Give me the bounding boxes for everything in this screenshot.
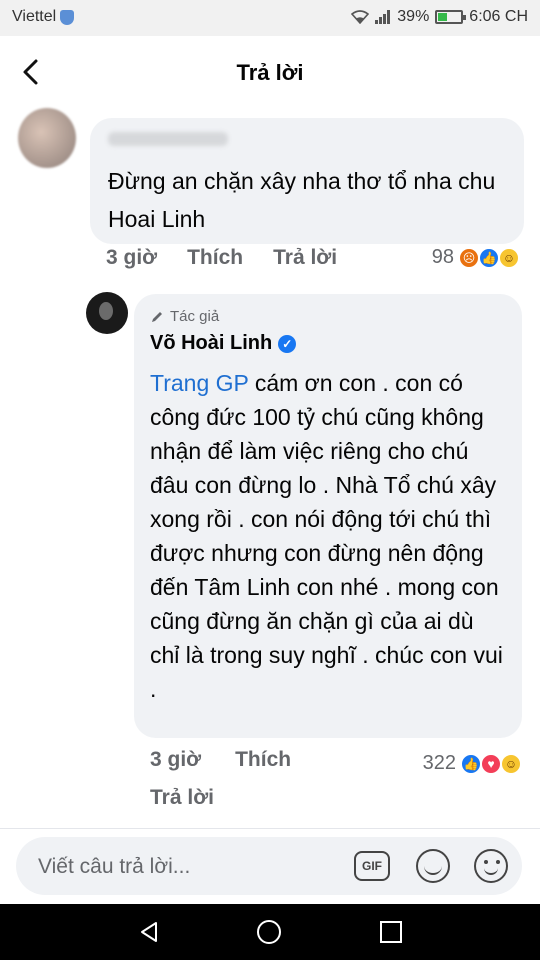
reply-text: Trang GP cám ơn con . con có công đức 10… xyxy=(150,366,508,706)
reply-composer: Viết câu trả lời... GIF xyxy=(0,828,540,904)
reply-like-button[interactable]: Thích xyxy=(235,748,291,772)
reaction-count: 98 xyxy=(431,246,454,268)
comment-bubble[interactable]: Đừng an chặn xây nha thơ tổ nha chu Hoai… xyxy=(90,118,524,244)
verified-icon: ✓ xyxy=(278,334,297,353)
carrier: Viettel xyxy=(12,8,75,26)
commenter-name-blurred xyxy=(108,132,228,146)
clock: 6:06 CH xyxy=(469,8,528,25)
wifi-icon xyxy=(351,10,370,24)
avatar[interactable] xyxy=(18,108,76,168)
reply-actions: 3 giờ Thích xyxy=(150,748,291,772)
gif-icon[interactable]: GIF xyxy=(354,851,390,881)
reply-placeholder: Viết câu trả lời... xyxy=(38,855,191,878)
nav-back-icon[interactable] xyxy=(138,920,162,944)
author-tag-label: Tác giả xyxy=(170,308,220,325)
status-bar: Viettel 39% 6:06 CH xyxy=(0,0,540,36)
mention-link[interactable]: Trang GP xyxy=(150,370,248,396)
nav-home-icon[interactable] xyxy=(257,920,281,944)
care-icon: ☺ xyxy=(500,752,522,775)
like-icon: 👍 xyxy=(460,752,482,775)
reply-reaction-count: 322 xyxy=(422,752,456,774)
author-badge: Tác giả xyxy=(150,308,219,325)
like-icon: 👍 xyxy=(478,246,500,269)
nav-recent-icon[interactable] xyxy=(380,921,402,943)
status-right: 39% 6:06 CH xyxy=(351,8,528,26)
system-nav-bar xyxy=(0,904,540,960)
sticker-icon[interactable] xyxy=(416,849,450,883)
reply-reply-button[interactable]: Trả lời xyxy=(150,786,214,810)
emoji-icon[interactable] xyxy=(474,849,508,883)
reply-bubble[interactable]: Tác giả Võ Hoài Linh ✓ Trang GP cám ơn c… xyxy=(134,294,522,738)
battery-percent: 39% xyxy=(397,8,430,25)
author-name-label: Võ Hoài Linh xyxy=(150,332,273,354)
comment-thread: Đừng an chặn xây nha thơ tổ nha chu Hoai… xyxy=(0,108,540,828)
header: Trả lời xyxy=(0,36,540,108)
angry-icon: ☹ xyxy=(458,246,480,269)
haha-icon: ☺ xyxy=(498,246,520,269)
pencil-icon xyxy=(152,311,162,322)
signal-icon xyxy=(375,10,391,24)
reaction-summary[interactable]: 98 ☹ 👍 ☺ xyxy=(432,246,520,269)
battery-icon xyxy=(435,10,467,24)
love-icon: ♥ xyxy=(480,752,502,775)
like-button[interactable]: Thích xyxy=(187,246,243,270)
reply-input[interactable]: Viết câu trả lời... GIF xyxy=(16,837,522,895)
page-title: Trả lời xyxy=(236,60,304,85)
reply-reaction-summary[interactable]: 322 👍 ♥ ☺ xyxy=(423,752,522,775)
comment-actions: 3 giờ Thích Trả lời xyxy=(106,246,337,270)
comment-time: 3 giờ xyxy=(106,246,158,269)
reply-time: 3 giờ xyxy=(150,748,202,771)
comment-text: Đừng an chặn xây nha thơ tổ nha chu Hoai… xyxy=(108,168,496,232)
author-name[interactable]: Võ Hoài Linh ✓ xyxy=(150,332,297,355)
carrier-name: Viettel xyxy=(12,8,57,25)
shield-icon xyxy=(60,9,75,25)
reply-button[interactable]: Trả lời xyxy=(273,246,337,270)
reply-body: cám ơn con . con có công đức 100 tỷ chú … xyxy=(150,370,503,702)
author-avatar[interactable] xyxy=(86,292,128,334)
